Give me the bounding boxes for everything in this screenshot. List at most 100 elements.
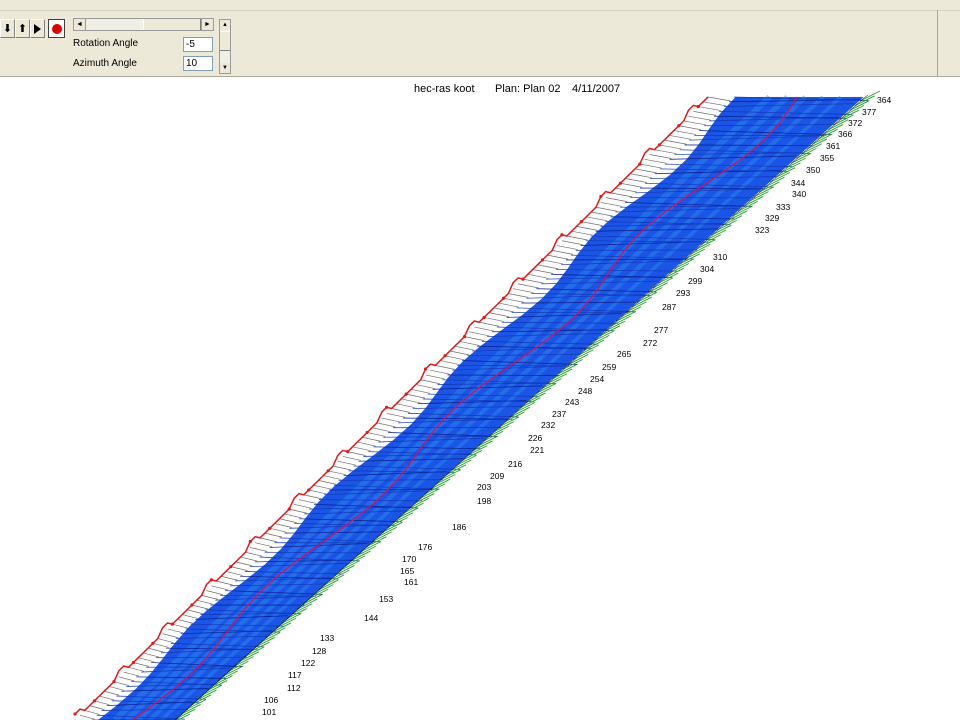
left-bank-point bbox=[501, 296, 506, 300]
station-label: 287 bbox=[662, 302, 676, 312]
station-label: 299 bbox=[688, 276, 702, 286]
bank-terrace-line bbox=[561, 240, 583, 246]
station-label: 106 bbox=[264, 695, 278, 705]
bank-terrace-line bbox=[318, 480, 337, 485]
bank-terrace-line bbox=[454, 345, 475, 351]
bank-terrace-line bbox=[79, 714, 95, 720]
bank-terrace-line bbox=[264, 532, 283, 538]
bank-terrace-line bbox=[303, 494, 322, 500]
station-label: 186 bbox=[452, 522, 466, 532]
bank-terrace-line bbox=[274, 523, 292, 528]
station-label: 117 bbox=[288, 670, 302, 680]
bank-terrace-line bbox=[386, 412, 406, 418]
bank-terrace-line bbox=[605, 197, 628, 202]
bank-terrace-line bbox=[289, 508, 307, 514]
bank-terrace-line bbox=[177, 619, 194, 624]
left-bank-point bbox=[579, 220, 584, 224]
station-label: 226 bbox=[528, 433, 542, 443]
record-button[interactable] bbox=[48, 19, 65, 38]
bank-terrace-line bbox=[664, 139, 687, 145]
bank-terrace-line bbox=[157, 638, 174, 643]
scroll-thumb[interactable] bbox=[220, 31, 230, 51]
slider-left-arrow-icon[interactable]: ◄ bbox=[74, 19, 86, 30]
left-bank-point bbox=[696, 104, 700, 109]
rotation-angle-field[interactable]: -5 bbox=[183, 37, 213, 52]
bank-terrace-line bbox=[532, 269, 554, 274]
bank-terrace-line bbox=[566, 235, 588, 241]
left-bank-point bbox=[112, 680, 116, 684]
station-label: 128 bbox=[312, 646, 326, 656]
slider-thumb[interactable] bbox=[143, 19, 201, 30]
bank-terrace-line bbox=[483, 317, 504, 322]
bank-terrace-line bbox=[527, 273, 549, 279]
bank-terrace-line bbox=[537, 264, 559, 270]
station-label: 153 bbox=[379, 594, 393, 604]
bank-terrace-line bbox=[401, 398, 421, 404]
bank-terrace-line bbox=[469, 331, 490, 337]
water-streak bbox=[112, 94, 772, 720]
station-label: 364 bbox=[877, 95, 891, 105]
bank-terrace-line bbox=[84, 710, 100, 715]
azimuth-scrollbar[interactable]: ▲ ▼ bbox=[219, 19, 231, 74]
bank-terrace-line bbox=[552, 250, 573, 255]
bank-terrace-line bbox=[488, 312, 509, 317]
bank-terrace-line bbox=[508, 293, 529, 298]
bank-terrace-line bbox=[586, 216, 608, 222]
station-label: 329 bbox=[765, 213, 779, 223]
bank-terrace-line bbox=[143, 652, 159, 658]
scroll-up-arrow-icon[interactable]: ▲ bbox=[220, 20, 230, 30]
bank-terrace-line bbox=[240, 556, 258, 562]
bank-terrace-line bbox=[620, 182, 642, 188]
bank-terrace-line bbox=[162, 633, 179, 639]
bank-terrace-line bbox=[513, 288, 534, 294]
rotation-slider[interactable]: ◄ ► bbox=[73, 18, 214, 31]
station-label: 344 bbox=[791, 178, 805, 188]
bank-terrace-line bbox=[581, 221, 603, 226]
bank-terrace-line bbox=[498, 302, 519, 308]
bank-terrace-line bbox=[94, 700, 110, 706]
bank-terrace-line bbox=[133, 662, 149, 667]
bank-terrace-line bbox=[182, 614, 199, 619]
station-label: 248 bbox=[578, 386, 592, 396]
station-label: 277 bbox=[654, 325, 668, 335]
arrow-up-icon: ⬆ bbox=[17, 23, 28, 35]
view-toolbar: ⬇ ⬆ ◄ ► Rotation Angle -5 Azimuth Angle … bbox=[0, 0, 960, 77]
move-down-button[interactable]: ⬇ bbox=[0, 19, 15, 38]
bank-terrace-line bbox=[332, 465, 352, 471]
left-bank-point bbox=[482, 315, 486, 320]
bank-terrace-line bbox=[406, 393, 426, 399]
azimuth-angle-field[interactable]: 10 bbox=[183, 56, 213, 71]
left-bank-point bbox=[131, 660, 136, 665]
left-bank-point bbox=[540, 258, 545, 262]
bank-terrace-line bbox=[376, 422, 396, 428]
bank-terrace-line bbox=[196, 599, 214, 605]
bank-terrace-line bbox=[104, 690, 120, 696]
toolbar-divider bbox=[937, 10, 938, 76]
bank-terrace-line bbox=[464, 336, 485, 341]
station-label: 254 bbox=[590, 374, 604, 384]
bank-terrace-line bbox=[518, 283, 539, 289]
bank-terrace-line bbox=[639, 163, 662, 169]
bank-terrace-line bbox=[216, 580, 233, 586]
play-button[interactable] bbox=[30, 19, 45, 38]
bank-terrace-line bbox=[430, 369, 450, 375]
station-label: 209 bbox=[490, 471, 504, 481]
bank-terrace-line bbox=[89, 705, 105, 710]
bank-terrace-line bbox=[367, 432, 386, 437]
bank-terrace-line bbox=[371, 427, 391, 433]
left-bank-point bbox=[657, 143, 661, 147]
left-bank-point bbox=[423, 367, 428, 371]
station-label: 361 bbox=[826, 141, 840, 151]
slider-right-arrow-icon[interactable]: ► bbox=[201, 19, 213, 30]
water-streak bbox=[124, 95, 790, 720]
move-up-button[interactable]: ⬆ bbox=[15, 19, 30, 38]
station-label: 372 bbox=[848, 118, 862, 128]
bank-terrace-line bbox=[683, 120, 707, 126]
bank-terrace-line bbox=[693, 111, 716, 116]
bank-terrace-line bbox=[649, 154, 672, 159]
bank-terrace-line bbox=[610, 192, 633, 198]
left-bank-point bbox=[151, 641, 155, 645]
bank-terrace-line bbox=[591, 211, 613, 217]
left-bank-point bbox=[229, 565, 233, 569]
scroll-down-arrow-icon[interactable]: ▼ bbox=[220, 63, 230, 73]
